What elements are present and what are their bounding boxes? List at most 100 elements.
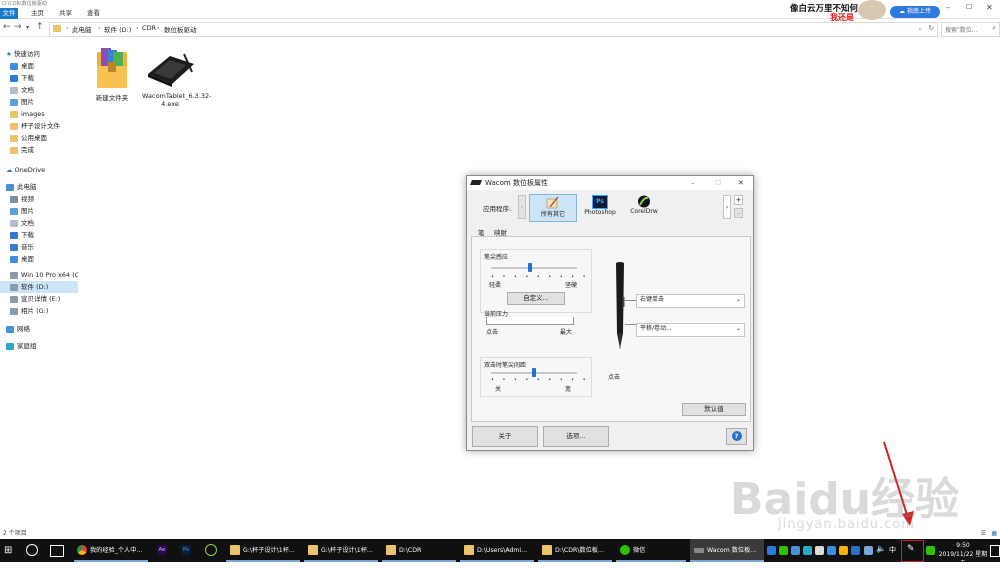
tab-file[interactable]: 文件 xyxy=(0,8,18,19)
tray-app-icon[interactable] xyxy=(851,546,860,555)
nav-downloads[interactable]: 下载✦ xyxy=(0,72,87,84)
nav-pc-downloads[interactable]: 下载 xyxy=(0,229,87,241)
tab-home[interactable]: 主页 xyxy=(28,8,47,19)
address-bar[interactable]: › 此电脑 › 软件 (D:) › CDR › 数位板驱动 ⌄ ↻ xyxy=(49,22,938,37)
taskbar-explorer-5[interactable]: D:\CDR\数位板... xyxy=(538,539,612,562)
help-button[interactable]: ? xyxy=(726,428,747,445)
volume-icon[interactable]: 🔈 xyxy=(876,544,886,553)
upload-button[interactable]: ☁ 指南上传 xyxy=(890,6,940,18)
nav-cup-design[interactable]: 杯子设计文件 xyxy=(0,120,87,132)
scroll-left-icon[interactable]: ‹ xyxy=(518,195,526,219)
tab-view[interactable]: 查看 xyxy=(84,8,103,19)
file-name: WacomTablet_6.3.32-4.exe xyxy=(142,92,212,108)
nav-drive-g[interactable]: 相片 (G:) xyxy=(0,305,87,317)
nav-pc-desktop[interactable]: 桌面 xyxy=(0,253,87,265)
nav-public-desktop[interactable]: 公用桌面 xyxy=(0,132,87,144)
tip-feel-slider[interactable] xyxy=(491,263,577,272)
desktop-icon xyxy=(10,255,18,263)
nav-documents[interactable]: 文档✦ xyxy=(0,84,87,96)
options-button[interactable]: 选项... xyxy=(543,426,609,447)
close-icon[interactable]: ✕ xyxy=(986,3,993,12)
taskbar-chrome[interactable]: 我的经验_个人中... xyxy=(74,539,148,562)
file-item-installer[interactable]: WacomTablet_6.3.32-4.exe xyxy=(142,46,212,108)
wacom-tray-icon[interactable]: ✎ xyxy=(907,544,915,554)
app-all-others[interactable]: 所有其它 xyxy=(529,194,577,222)
nav-music[interactable]: 音乐 xyxy=(0,241,87,253)
network-icon[interactable] xyxy=(864,546,873,555)
nav-onedrive[interactable]: ☁ OneDrive xyxy=(0,164,77,176)
breadcrumb-drive[interactable]: 软件 (D:) xyxy=(104,24,131,34)
taskbar-explorer-4[interactable]: D:\Users\Admi... xyxy=(460,539,534,562)
taskbar-aftereffects[interactable]: Ae xyxy=(152,539,174,562)
taskbar-explorer-3[interactable]: D:\CDR xyxy=(382,539,456,562)
breadcrumb-this-pc[interactable]: 此电脑 xyxy=(72,24,92,34)
nav-videos[interactable]: 视频 xyxy=(0,193,87,205)
taskbar-explorer-1[interactable]: G:\杯子设计\1杯... xyxy=(226,539,300,562)
search-input[interactable]: 搜索"数位... ⌕ xyxy=(941,22,1000,37)
breadcrumb-current[interactable]: 数位板驱动 xyxy=(164,24,197,34)
nav-images[interactable]: images xyxy=(0,108,87,120)
task-view-icon[interactable] xyxy=(50,545,64,557)
breadcrumb-cdr[interactable]: CDR xyxy=(142,24,156,32)
tray-app-icon[interactable] xyxy=(839,546,848,555)
icons-view-icon[interactable]: ▦ xyxy=(991,528,997,539)
app-coreldraw[interactable]: CorelDrw xyxy=(625,194,663,220)
upper-button-dropdown[interactable]: 右键单击 ⌄ xyxy=(636,294,745,308)
recent-chevron-icon[interactable]: ▾ xyxy=(26,24,29,31)
close-icon[interactable]: ✕ xyxy=(738,176,744,190)
nav-network[interactable]: 网络 xyxy=(0,323,77,335)
scroll-right-icon[interactable]: › xyxy=(723,195,731,219)
double-click-slider[interactable] xyxy=(491,368,577,377)
nav-done[interactable]: 完成 xyxy=(0,144,87,156)
tray-app-icon[interactable] xyxy=(779,546,788,555)
clock[interactable]: 9:50 2019/11/22 星期五 xyxy=(938,541,988,568)
minimize-icon[interactable]: – xyxy=(691,176,695,190)
tip-feel-thumb[interactable] xyxy=(528,263,532,272)
remove-app-icon[interactable]: – xyxy=(734,208,743,218)
app-photoshop[interactable]: Ps Photoshop xyxy=(581,194,619,220)
start-icon[interactable]: ⊞ xyxy=(4,545,12,556)
tray-app-icon[interactable] xyxy=(803,546,812,555)
chevron-down-icon: ⌄ xyxy=(735,325,741,332)
add-app-icon[interactable]: + xyxy=(734,195,743,205)
tray-app-icon[interactable] xyxy=(791,546,800,555)
nav-pictures[interactable]: 图片✦ xyxy=(0,96,87,108)
about-button[interactable]: 关于 xyxy=(472,426,538,447)
back-icon[interactable]: ← xyxy=(3,22,11,32)
nav-desktop[interactable]: 桌面✦ xyxy=(0,60,87,72)
search-circle-icon[interactable] xyxy=(26,544,38,556)
tray-app-icon[interactable] xyxy=(767,546,776,555)
notification-icon[interactable] xyxy=(990,545,1000,557)
tray-app-icon[interactable] xyxy=(815,546,824,555)
file-item-folder[interactable]: 新建文件夹 xyxy=(82,46,142,102)
nav-quick-access[interactable]: ★ 快速访问 xyxy=(0,48,77,60)
minimize-icon[interactable]: – xyxy=(946,3,950,12)
up-icon[interactable]: ↑ xyxy=(36,22,44,32)
taskbar-photoshop[interactable]: Ps xyxy=(176,539,198,562)
ime-icon[interactable]: 中 xyxy=(889,545,898,554)
nav-drive-e[interactable]: 宣贝详情 (E:) xyxy=(0,293,87,305)
taskbar-coreldraw[interactable] xyxy=(200,539,222,562)
customize-button[interactable]: 自定义... xyxy=(507,292,565,305)
banner-line2: 我还是 xyxy=(830,13,854,22)
forward-icon[interactable]: → xyxy=(14,22,22,32)
nav-drive-d[interactable]: 软件 (D:) xyxy=(0,281,87,293)
default-button[interactable]: 默认值 xyxy=(682,403,746,416)
double-click-thumb[interactable] xyxy=(532,368,536,377)
taskbar-wechat[interactable]: 微信 xyxy=(616,539,686,562)
nav-pc-documents[interactable]: 文档 xyxy=(0,217,87,229)
details-view-icon[interactable]: ☰ xyxy=(981,528,986,539)
lower-button-dropdown[interactable]: 平移/卷动... ⌄ xyxy=(636,323,745,337)
refresh-icon[interactable]: ↻ xyxy=(929,24,934,32)
tray-app-icon[interactable] xyxy=(827,546,836,555)
tab-share[interactable]: 共享 xyxy=(56,8,75,19)
nav-pc-pictures[interactable]: 图片 xyxy=(0,205,87,217)
maximize-icon[interactable]: ☐ xyxy=(966,3,972,11)
tray-app-icon[interactable] xyxy=(926,546,935,555)
taskbar-wacom[interactable]: Wacom 数位板... xyxy=(690,539,764,562)
nav-homegroup[interactable]: 家庭组 xyxy=(0,340,77,352)
address-dropdown-icon[interactable]: ⌄ xyxy=(918,24,923,32)
taskbar-explorer-2[interactable]: G:\杯子设计\1杯... xyxy=(304,539,378,562)
nav-drive-c[interactable]: Win 10 Pro x64 (C xyxy=(0,269,87,281)
nav-this-pc[interactable]: 此电脑 xyxy=(0,181,77,193)
